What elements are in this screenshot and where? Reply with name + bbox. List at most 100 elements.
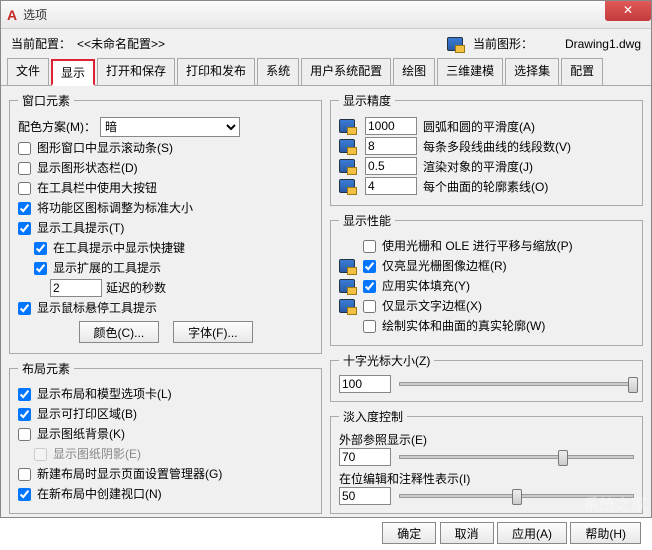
perf-checkbox[interactable]	[363, 280, 376, 293]
tab-文件[interactable]: 文件	[7, 58, 49, 85]
window-elements-legend: 窗口元素	[18, 92, 74, 109]
tab-打开和保存[interactable]: 打开和保存	[97, 58, 175, 85]
current-profile-value: <<未命名配置>>	[77, 35, 165, 52]
perf-label: 绘制实体和曲面的真实轮廓(W)	[382, 317, 545, 335]
perf-label: 仅亮显光栅图像边框(R)	[382, 257, 507, 275]
slider-thumb[interactable]	[558, 450, 568, 466]
slider-thumb[interactable]	[512, 489, 522, 505]
perf-checkbox[interactable]	[363, 300, 376, 313]
edit-fade-slider[interactable]	[399, 494, 634, 498]
tooltip-delay-label: 延迟的秒数	[106, 279, 166, 297]
tab-显示[interactable]: 显示	[51, 59, 95, 86]
dialog-buttons: 确定 取消 应用(A) 帮助(H)	[1, 518, 651, 550]
tab-用户系统配置[interactable]: 用户系统配置	[301, 58, 391, 85]
titlebar: A 选项 ✕	[1, 1, 651, 29]
checkbox-label: 显示图纸背景(K)	[37, 425, 125, 443]
precision-label: 每个曲面的轮廓素线(O)	[423, 178, 548, 195]
perf-checkbox[interactable]	[363, 240, 376, 253]
checkbox-label: 显示图形状态栏(D)	[37, 159, 138, 177]
perf-label: 仅显示文字边框(X)	[382, 297, 482, 315]
precision-input[interactable]	[365, 157, 417, 175]
tab-配置[interactable]: 配置	[561, 58, 603, 85]
paper-shadow-label: 显示图纸阴影(E)	[53, 445, 141, 463]
tab-绘图[interactable]: 绘图	[393, 58, 435, 85]
checkbox-label: 显示工具提示(T)	[37, 219, 124, 237]
xref-fade-input[interactable]	[339, 448, 391, 466]
checkbox-label: 将功能区图标调整为标准大小	[37, 199, 193, 217]
close-button[interactable]: ✕	[605, 1, 651, 21]
cancel-button[interactable]: 取消	[440, 522, 494, 544]
slider-thumb[interactable]	[628, 377, 638, 393]
hover-tooltip-checkbox[interactable]	[18, 302, 31, 315]
checkbox-label: 显示可打印区域(B)	[37, 405, 137, 423]
tab-三维建模[interactable]: 三维建模	[437, 58, 503, 85]
checkbox[interactable]	[18, 388, 31, 401]
tab-strip: 文件显示打开和保存打印和发布系统用户系统配置绘图三维建模选择集配置	[1, 58, 651, 86]
layout-elements-legend: 布局元素	[18, 360, 74, 377]
precision-input[interactable]	[365, 117, 417, 135]
checkbox[interactable]	[18, 468, 31, 481]
checkbox-label: 在工具提示中显示快捷键	[53, 239, 185, 257]
help-button[interactable]: 帮助(H)	[570, 522, 641, 544]
db-icon	[339, 179, 355, 193]
crosshair-group: 十字光标大小(Z)	[330, 352, 643, 402]
crosshair-input[interactable]	[339, 375, 391, 393]
current-drawing-label: 当前图形：	[473, 35, 533, 52]
checkbox[interactable]	[18, 222, 31, 235]
current-profile-label: 当前配置：	[11, 35, 71, 52]
checkbox[interactable]	[34, 242, 47, 255]
perf-label: 使用光栅和 OLE 进行平移与缩放(P)	[382, 237, 573, 255]
paper-shadow-checkbox	[34, 448, 47, 461]
checkbox-label: 显示布局和模型选项卡(L)	[37, 385, 172, 403]
db-icon	[339, 119, 355, 133]
checkbox[interactable]	[18, 142, 31, 155]
checkbox[interactable]	[18, 162, 31, 175]
edit-fade-label: 在位编辑和注释性表示(I)	[339, 470, 634, 487]
checkbox-label: 在工具栏中使用大按钮	[37, 179, 157, 197]
checkbox[interactable]	[34, 262, 47, 275]
checkbox[interactable]	[18, 408, 31, 421]
crosshair-slider[interactable]	[399, 382, 634, 386]
checkbox-label: 新建布局时显示页面设置管理器(G)	[37, 465, 222, 483]
perf-checkbox[interactable]	[363, 260, 376, 273]
checkbox-label: 在新布局中创建视口(N)	[37, 485, 162, 503]
precision-label: 每条多段线曲线的线段数(V)	[423, 138, 571, 155]
display-performance-legend: 显示性能	[339, 212, 395, 229]
color-scheme-select[interactable]: 暗	[100, 117, 240, 137]
colors-button[interactable]: 颜色(C)...	[79, 321, 160, 343]
current-drawing-value: Drawing1.dwg	[565, 37, 641, 51]
tab-选择集[interactable]: 选择集	[505, 58, 559, 85]
ok-button[interactable]: 确定	[382, 522, 436, 544]
fade-control-group: 淡入度控制 外部参照显示(E) 在位编辑和注释性表示(I)	[330, 408, 643, 514]
checkbox[interactable]	[18, 428, 31, 441]
tab-系统[interactable]: 系统	[257, 58, 299, 85]
db-icon	[339, 159, 355, 173]
layout-elements-group: 布局元素 显示布局和模型选项卡(L) 显示可打印区域(B) 显示图纸背景(K) 显示…	[9, 360, 322, 514]
xref-fade-label: 外部参照显示(E)	[339, 431, 634, 448]
db-icon	[339, 139, 355, 153]
display-performance-group: 显示性能 使用光栅和 OLE 进行平移与缩放(P) 仅亮显光栅图像边框(R) 应用实…	[330, 212, 643, 346]
precision-input[interactable]	[365, 137, 417, 155]
precision-input[interactable]	[365, 177, 417, 195]
precision-label: 圆弧和圆的平滑度(A)	[423, 118, 535, 135]
display-precision-group: 显示精度 圆弧和圆的平滑度(A) 每条多段线曲线的线段数(V) 渲染对象的平滑度(J…	[330, 92, 643, 206]
perf-label: 应用实体填充(Y)	[382, 277, 470, 295]
checkbox[interactable]	[18, 202, 31, 215]
checkbox[interactable]	[18, 182, 31, 195]
color-scheme-label: 配色方案(M)：	[18, 118, 96, 136]
perf-checkbox[interactable]	[363, 320, 376, 333]
fonts-button[interactable]: 字体(F)...	[173, 321, 252, 343]
db-icon	[339, 279, 355, 293]
checkbox[interactable]	[18, 488, 31, 501]
edit-fade-input[interactable]	[339, 487, 391, 505]
db-icon	[339, 259, 355, 273]
drawing-icon	[447, 37, 463, 51]
display-precision-legend: 显示精度	[339, 92, 395, 109]
precision-label: 渲染对象的平滑度(J)	[423, 158, 533, 175]
fade-legend: 淡入度控制	[339, 408, 407, 425]
apply-button[interactable]: 应用(A)	[497, 522, 567, 544]
tab-打印和发布[interactable]: 打印和发布	[177, 58, 255, 85]
profile-row: 当前配置： <<未命名配置>> 当前图形： Drawing1.dwg	[1, 29, 651, 58]
xref-fade-slider[interactable]	[399, 455, 634, 459]
tooltip-delay-input[interactable]	[50, 279, 102, 297]
